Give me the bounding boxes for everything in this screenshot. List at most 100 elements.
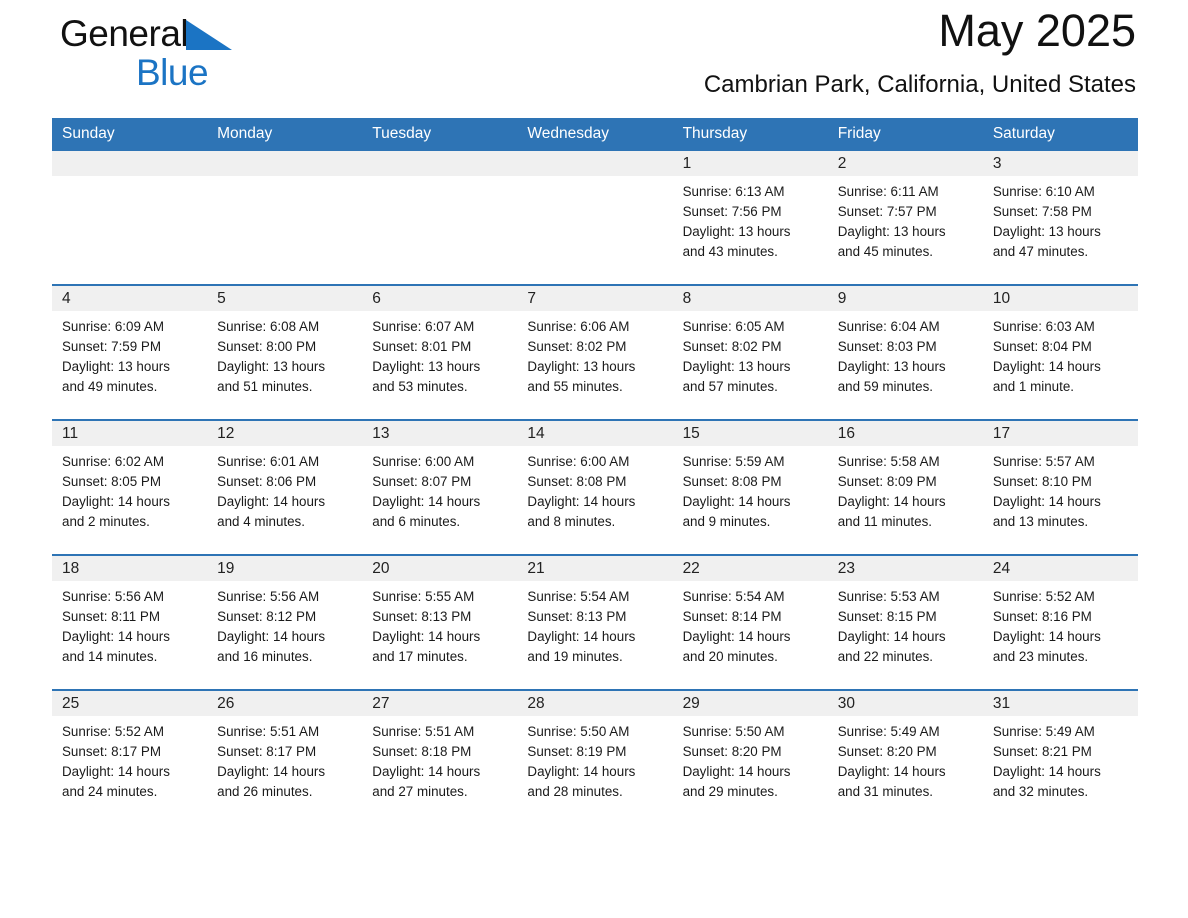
sunrise-sunset-calendar: Sunday Monday Tuesday Wednesday Thursday… — [52, 118, 1138, 824]
sunrise-text: Sunrise: 5:56 AM — [217, 589, 320, 604]
logo-triangle-icon — [186, 20, 233, 55]
daylight-text-line1: Daylight: 14 hours — [62, 494, 170, 509]
day-number: 5 — [207, 286, 363, 311]
daylight-text-line2: and 29 minutes. — [682, 784, 778, 799]
calendar-day-cell[interactable]: 22 Sunrise: 5:54 AM Sunset: 8:14 PM Dayligh… — [672, 554, 828, 690]
calendar-day-cell[interactable]: 23 Sunrise: 5:53 AM Sunset: 8:15 PM Dayligh… — [827, 554, 983, 690]
sunrise-text: Sunrise: 5:58 AM — [837, 454, 940, 469]
sunset-text: Sunset: 8:20 PM — [682, 744, 782, 759]
sunset-text: Sunset: 8:18 PM — [372, 744, 472, 759]
logo-text-general: General — [60, 13, 189, 54]
daylight-text-line2: and 22 minutes. — [837, 649, 933, 664]
daylight-text-line2: and 26 minutes. — [217, 784, 313, 799]
day-number: 24 — [982, 556, 1138, 581]
calendar-day-cell[interactable]: 4 Sunrise: 6:09 AM Sunset: 7:59 PM Daylight… — [52, 284, 208, 420]
daylight-text-line1: Daylight: 13 hours — [62, 359, 170, 374]
calendar-day-cell[interactable]: 14 Sunrise: 6:00 AM Sunset: 8:08 PM Dayligh… — [517, 419, 673, 555]
daylight-text-line1: Daylight: 14 hours — [62, 764, 170, 779]
day-number: 15 — [672, 421, 828, 446]
daylight-text-line1: Daylight: 14 hours — [217, 764, 326, 779]
day-cell-body: Sunrise: 6:07 AM Sunset: 8:01 PM Daylight:… — [362, 311, 517, 419]
daylight-text-line2: and 32 minutes. — [992, 784, 1089, 799]
calendar-day-cell[interactable]: 15 Sunrise: 5:59 AM Sunset: 8:08 PM Dayligh… — [672, 419, 828, 555]
daylight-text-line2: and 43 minutes. — [682, 244, 778, 259]
calendar-day-cell[interactable]: 20 Sunrise: 5:55 AM Sunset: 8:13 PM Dayligh… — [362, 554, 518, 690]
calendar-day-cell[interactable]: 7 Sunrise: 6:06 AM Sunset: 8:02 PM Daylight… — [517, 284, 673, 420]
logo-text-blue: Blue — [136, 52, 209, 93]
calendar-day-cell[interactable]: 30 Sunrise: 5:49 AM Sunset: 8:20 PM Dayligh… — [827, 689, 983, 824]
calendar-day-cell[interactable]: 29 Sunrise: 5:50 AM Sunset: 8:20 PM Dayligh… — [672, 689, 828, 824]
day-cell-body: Sunrise: 6:00 AM Sunset: 8:07 PM Daylight:… — [362, 446, 517, 554]
daylight-text-line2: and 2 minutes. — [62, 514, 150, 529]
weekday-header-sunday: Sunday — [52, 118, 208, 151]
calendar-day-cell[interactable]: 2 Sunrise: 6:11 AM Sunset: 7:57 PM Daylight… — [827, 151, 983, 285]
calendar-day-cell[interactable]: 26 Sunrise: 5:51 AM Sunset: 8:17 PM Dayligh… — [207, 689, 363, 824]
day-number: 21 — [517, 556, 673, 581]
day-cell-body: Sunrise: 6:06 AM Sunset: 8:02 PM Daylight:… — [517, 311, 672, 419]
calendar-day-cell[interactable]: 9 Sunrise: 6:04 AM Sunset: 8:03 PM Daylight… — [827, 284, 983, 420]
calendar-day-cell[interactable]: 16 Sunrise: 5:58 AM Sunset: 8:09 PM Dayligh… — [827, 419, 983, 555]
sunset-text: Sunset: 8:07 PM — [372, 474, 472, 489]
calendar-day-cell[interactable]: 25 Sunrise: 5:52 AM Sunset: 8:17 PM Dayligh… — [52, 689, 208, 824]
day-cell-body: Sunrise: 5:56 AM Sunset: 8:12 PM Daylight:… — [207, 581, 362, 689]
sunset-text: Sunset: 8:11 PM — [62, 609, 161, 624]
day-number: 17 — [982, 421, 1138, 446]
weekday-header-row: Sunday Monday Tuesday Wednesday Thursday… — [52, 118, 1138, 151]
calendar-day-cell[interactable]: 17 Sunrise: 5:57 AM Sunset: 8:10 PM Dayligh… — [982, 419, 1138, 555]
daylight-text-line1: Daylight: 14 hours — [992, 629, 1101, 644]
day-number: 31 — [982, 691, 1138, 716]
day-number: 25 — [52, 691, 208, 716]
day-cell-body: Sunrise: 5:50 AM Sunset: 8:19 PM Daylight:… — [517, 716, 672, 824]
sunset-text: Sunset: 8:06 PM — [217, 474, 317, 489]
calendar-day-cell[interactable]: 19 Sunrise: 5:56 AM Sunset: 8:12 PM Dayligh… — [207, 554, 363, 690]
calendar-day-cell[interactable]: 31 Sunrise: 5:49 AM Sunset: 8:21 PM Dayligh… — [982, 689, 1138, 824]
calendar-day-cell[interactable]: 3 Sunrise: 6:10 AM Sunset: 7:58 PM Daylight… — [982, 151, 1138, 285]
daylight-text-line2: and 55 minutes. — [527, 379, 623, 394]
calendar-day-cell[interactable]: 24 Sunrise: 5:52 AM Sunset: 8:16 PM Dayligh… — [982, 554, 1138, 690]
sunset-text: Sunset: 8:02 PM — [527, 339, 627, 354]
sunrise-text: Sunrise: 5:51 AM — [372, 724, 475, 739]
day-cell-body: Sunrise: 6:08 AM Sunset: 8:00 PM Daylight:… — [207, 311, 362, 419]
calendar-day-cell[interactable]: 13 Sunrise: 6:00 AM Sunset: 8:07 PM Dayligh… — [362, 419, 518, 555]
calendar-day-cell[interactable]: 28 Sunrise: 5:50 AM Sunset: 8:19 PM Dayligh… — [517, 689, 673, 824]
calendar-day-cell[interactable]: 8 Sunrise: 6:05 AM Sunset: 8:02 PM Daylight… — [672, 284, 828, 420]
day-cell-body: Sunrise: 5:51 AM Sunset: 8:17 PM Daylight:… — [207, 716, 362, 824]
daylight-text-line2: and 6 minutes. — [372, 514, 461, 529]
daylight-text-line1: Daylight: 13 hours — [217, 359, 326, 374]
calendar-week-row: 11 Sunrise: 6:02 AM Sunset: 8:05 PM Dayligh… — [52, 419, 1138, 555]
daylight-text-line1: Daylight: 14 hours — [682, 764, 791, 779]
calendar-day-cell[interactable]: 12 Sunrise: 6:01 AM Sunset: 8:06 PM Dayligh… — [207, 419, 363, 555]
sunrise-text: Sunrise: 6:07 AM — [372, 319, 475, 334]
sunrise-text: Sunrise: 5:53 AM — [837, 589, 940, 604]
sunrise-text: Sunrise: 6:09 AM — [62, 319, 164, 334]
day-number: 3 — [982, 151, 1138, 176]
calendar-day-cell[interactable]: 5 Sunrise: 6:08 AM Sunset: 8:00 PM Daylight… — [207, 284, 363, 420]
calendar-day-cell[interactable]: 10 Sunrise: 6:03 AM Sunset: 8:04 PM Dayligh… — [982, 284, 1138, 420]
generalblue-logo[interactable]: General Blue — [60, 12, 360, 104]
calendar-day-cell[interactable]: 18 Sunrise: 5:56 AM Sunset: 8:11 PM Dayligh… — [52, 554, 208, 690]
sunrise-text: Sunrise: 6:11 AM — [837, 184, 939, 199]
day-cell-body: Sunrise: 6:03 AM Sunset: 8:04 PM Daylight:… — [983, 311, 1138, 419]
calendar-day-cell[interactable]: 11 Sunrise: 6:02 AM Sunset: 8:05 PM Dayligh… — [52, 419, 208, 555]
sunrise-text: Sunrise: 6:13 AM — [682, 184, 785, 199]
calendar-day-cell[interactable]: 1 Sunrise: 6:13 AM Sunset: 7:56 PM Daylight… — [672, 151, 828, 285]
daylight-text-line1: Daylight: 13 hours — [682, 224, 791, 239]
day-number: 10 — [982, 286, 1138, 311]
sunset-text: Sunset: 7:59 PM — [62, 339, 161, 354]
day-number: 8 — [672, 286, 828, 311]
daylight-text-line1: Daylight: 13 hours — [372, 359, 481, 374]
calendar-day-cell[interactable]: 27 Sunrise: 5:51 AM Sunset: 8:18 PM Dayligh… — [362, 689, 518, 824]
calendar-body: 1 Sunrise: 6:13 AM Sunset: 7:56 PM Daylight… — [52, 151, 1138, 824]
day-number: 29 — [672, 691, 828, 716]
calendar-day-cell[interactable]: 6 Sunrise: 6:07 AM Sunset: 8:01 PM Daylight… — [362, 284, 518, 420]
daylight-text-line1: Daylight: 14 hours — [992, 359, 1101, 374]
sunrise-text: Sunrise: 6:01 AM — [217, 454, 320, 469]
day-number: 18 — [52, 556, 208, 581]
sunset-text: Sunset: 8:20 PM — [837, 744, 937, 759]
daylight-text-line2: and 51 minutes. — [217, 379, 313, 394]
daylight-text-line2: and 8 minutes. — [527, 514, 616, 529]
day-number: 14 — [517, 421, 673, 446]
day-number: 13 — [362, 421, 518, 446]
daylight-text-line2: and 13 minutes. — [992, 514, 1089, 529]
calendar-day-cell[interactable]: 21 Sunrise: 5:54 AM Sunset: 8:13 PM Dayligh… — [517, 554, 673, 690]
